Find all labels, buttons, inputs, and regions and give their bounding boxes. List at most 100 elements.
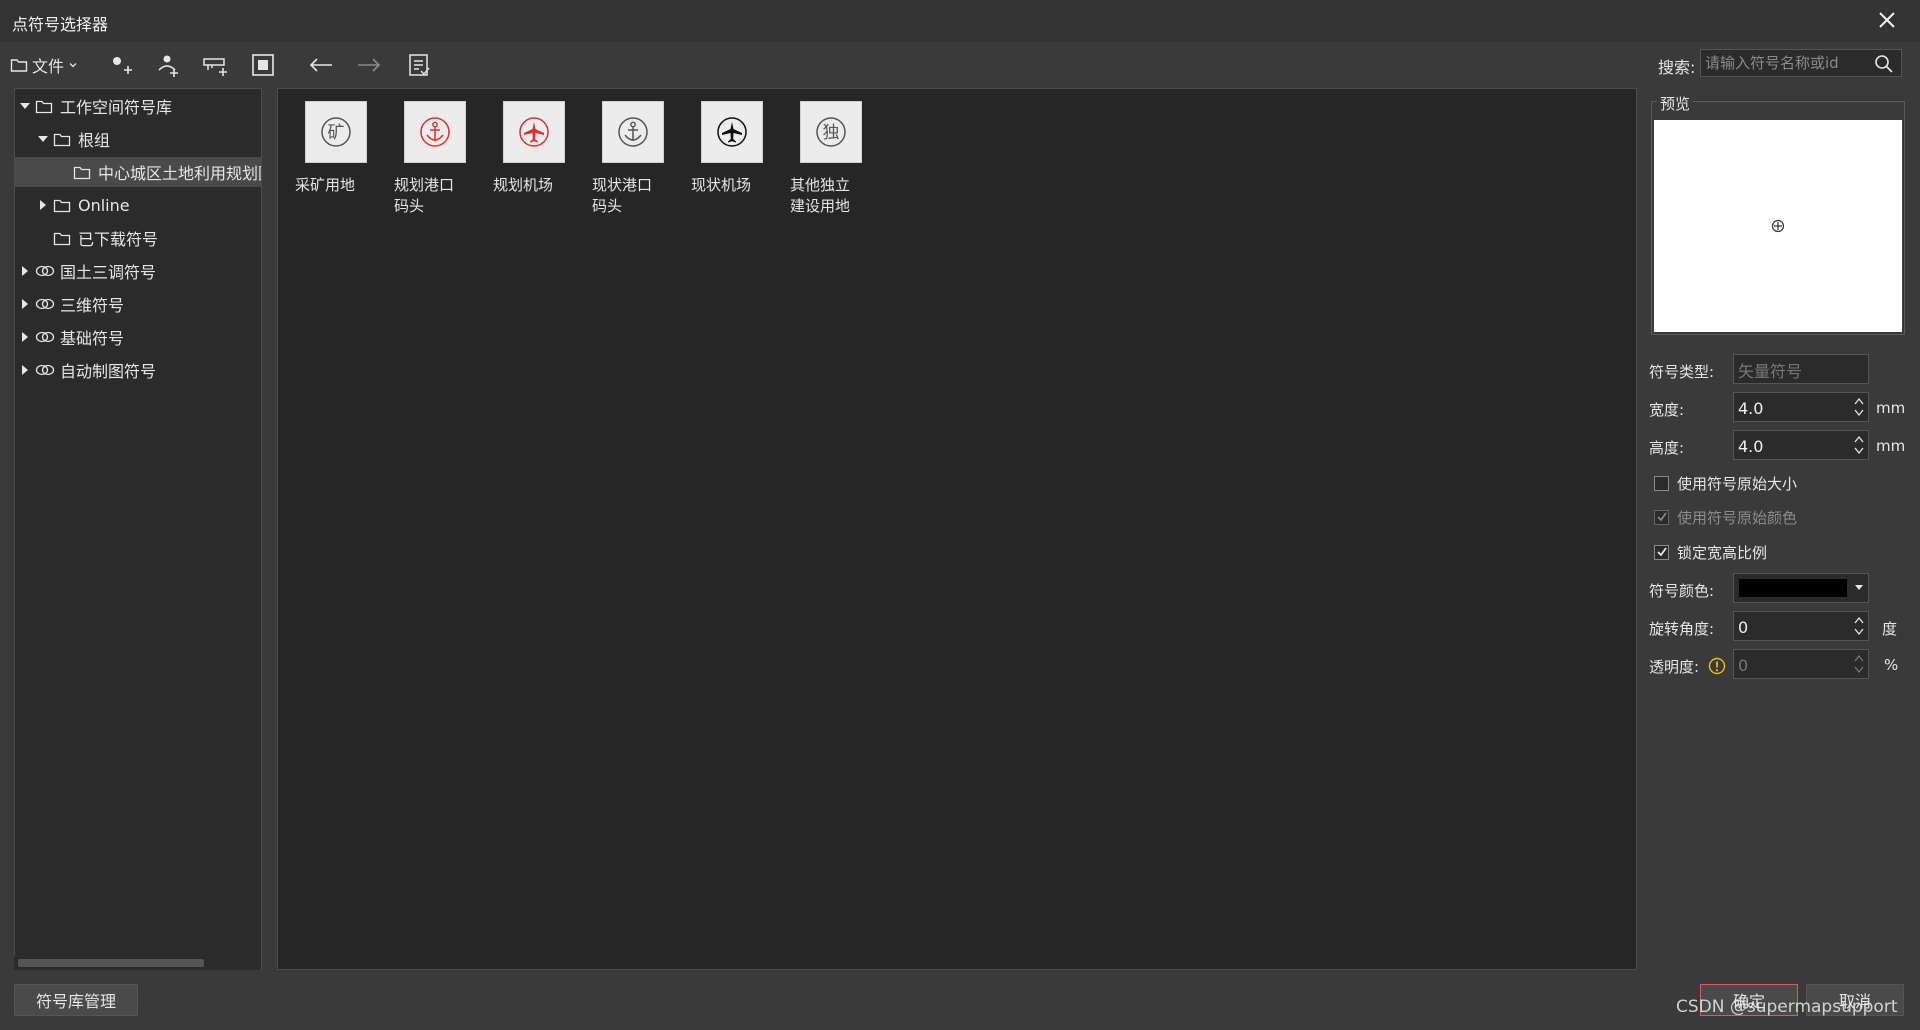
- tree-item-3d-symbols[interactable]: 三维符号: [15, 289, 261, 319]
- folder-icon: [35, 98, 55, 114]
- rotation-label: 旋转角度:: [1649, 620, 1715, 638]
- use-original-size-checkbox[interactable]: 使用符号原始大小: [1654, 472, 1797, 494]
- width-input[interactable]: [1736, 396, 1850, 420]
- checkbox-box[interactable]: [1654, 475, 1669, 491]
- symbol-thumbnail: [701, 101, 763, 163]
- link-icon: [35, 296, 55, 312]
- spinner-arrows-icon: [1854, 654, 1864, 674]
- close-button[interactable]: [1872, 8, 1902, 34]
- tree-item-basic-symbols[interactable]: 基础符号: [15, 322, 261, 352]
- tree-item-root-group[interactable]: 根组: [15, 124, 261, 154]
- title-bar: [0, 0, 1920, 43]
- opacity-unit: %: [1884, 656, 1899, 674]
- symbol-type-label: 符号类型:: [1649, 363, 1715, 381]
- add-symbol-group-button[interactable]: [200, 50, 230, 80]
- checkbox-label: 使用符号原始大小: [1677, 474, 1798, 493]
- rotation-spinner[interactable]: [1852, 614, 1866, 638]
- symbol-item-other-construction-land[interactable]: 独 其他独立 建设用地: [786, 101, 876, 217]
- window-title: 点符号选择器: [12, 15, 109, 34]
- airplane-icon: [519, 117, 549, 147]
- symbol-library-manage-button[interactable]: 符号库管理: [14, 984, 138, 1016]
- symbol-grid: 矿 采矿用地 规划港口 码头 规划机场 现状港口 码头 现状机场 独 其他独立 建设用…: [277, 88, 1637, 970]
- checkbox-label: 使用符号原始颜色: [1677, 508, 1798, 527]
- tree-item-label: Online: [78, 195, 130, 215]
- search-input[interactable]: [1703, 52, 1871, 74]
- add-point-icon: [113, 57, 132, 74]
- symbol-item-existing-port[interactable]: 现状港口 码头: [588, 101, 678, 217]
- width-unit: mm: [1876, 399, 1906, 417]
- height-label: 高度:: [1649, 439, 1685, 457]
- back-button[interactable]: [306, 50, 336, 80]
- tree-item-land-survey-symbols[interactable]: 国土三调符号: [15, 256, 261, 286]
- tree-item-workspace-library[interactable]: 工作空间符号库: [15, 91, 261, 121]
- tree-item-label: 已下载符号: [78, 230, 159, 249]
- expanded-arrow-icon[interactable]: [37, 133, 49, 145]
- search-box: [1700, 49, 1902, 77]
- color-swatch: [1739, 579, 1847, 597]
- forward-button[interactable]: [354, 50, 384, 80]
- symbol-color-picker[interactable]: [1733, 573, 1869, 603]
- symbol-item-mining-land[interactable]: 矿 采矿用地: [291, 101, 381, 196]
- dropdown-arrow-icon: [1855, 585, 1863, 590]
- tree-item-online[interactable]: Online: [15, 190, 261, 220]
- lock-aspect-ratio-checkbox[interactable]: 锁定宽高比例: [1654, 541, 1767, 563]
- checkbox-box[interactable]: [1654, 509, 1669, 525]
- fit-view-button[interactable]: [248, 50, 278, 80]
- tree-item-label: 根组: [78, 131, 111, 150]
- width-field: [1733, 392, 1869, 422]
- collapsed-arrow-icon[interactable]: [37, 199, 49, 211]
- checkbox-box[interactable]: [1654, 544, 1669, 560]
- symbol-name: 现状港口 码头: [592, 176, 653, 215]
- tree-item-land-use-plan[interactable]: 中心城区土地利用规划图: [15, 157, 262, 187]
- expanded-arrow-icon[interactable]: [19, 100, 31, 112]
- collapsed-arrow-icon[interactable]: [19, 298, 31, 310]
- symbol-type-input: [1736, 358, 1850, 382]
- width-spinner[interactable]: [1852, 395, 1866, 419]
- import-symbol-button[interactable]: [152, 50, 182, 80]
- link-icon: [35, 329, 55, 345]
- tree-item-label: 工作空间符号库: [60, 98, 173, 117]
- height-input[interactable]: [1736, 434, 1850, 458]
- use-original-color-checkbox[interactable]: 使用符号原始颜色: [1654, 506, 1797, 528]
- opacity-input: [1736, 653, 1850, 677]
- collapsed-arrow-icon[interactable]: [19, 265, 31, 277]
- collapsed-arrow-icon[interactable]: [19, 364, 31, 376]
- watermark: CSDN @supermapsupport: [1676, 997, 1898, 1017]
- add-symbol-button[interactable]: [106, 50, 136, 80]
- tree-item-auto-mapping-symbols[interactable]: 自动制图符号: [15, 355, 261, 385]
- ruler-add-icon: [203, 58, 227, 76]
- symbol-item-planned-airport[interactable]: 规划机场: [489, 101, 579, 196]
- checkbox-label: 锁定宽高比例: [1677, 543, 1768, 562]
- height-field: [1733, 430, 1869, 460]
- chevron-down-icon: [69, 63, 77, 68]
- tree-item-label: 基础符号: [60, 329, 125, 348]
- checkmark-icon: [1656, 547, 1667, 557]
- symbol-thumbnail: [404, 101, 466, 163]
- search-button[interactable]: [1873, 53, 1895, 75]
- tree-item-label: 三维符号: [60, 296, 125, 315]
- tree-item-label: 中心城区土地利用规划图: [98, 164, 262, 183]
- tree-item-label: 自动制图符号: [60, 362, 157, 381]
- tree-item-downloaded[interactable]: 已下载符号: [15, 223, 261, 253]
- width-label: 宽度:: [1649, 401, 1685, 419]
- symbol-name: 采矿用地: [295, 176, 356, 194]
- airplane-icon: [717, 117, 747, 147]
- rotation-input[interactable]: [1736, 615, 1850, 639]
- opacity-field: [1733, 649, 1869, 679]
- search-icon: [1875, 55, 1893, 73]
- file-menu-button[interactable]: 文件: [10, 50, 90, 80]
- symbol-thumbnail: 矿: [305, 101, 367, 163]
- scrollbar-thumb[interactable]: [18, 959, 204, 967]
- list-view-button[interactable]: [404, 50, 434, 80]
- rotation-unit: 度: [1882, 620, 1898, 638]
- spinner-arrows-icon: [1854, 616, 1864, 636]
- symbol-name: 规划港口 码头: [394, 176, 455, 215]
- symbol-item-existing-airport[interactable]: 现状机场: [687, 101, 777, 196]
- symbol-type-field: [1733, 354, 1869, 384]
- symbol-item-planned-port[interactable]: 规划港口 码头: [390, 101, 480, 217]
- height-spinner[interactable]: [1852, 433, 1866, 457]
- link-icon: [35, 263, 55, 279]
- svg-text:矿: 矿: [328, 123, 345, 143]
- height-unit: mm: [1876, 437, 1906, 455]
- collapsed-arrow-icon[interactable]: [19, 331, 31, 343]
